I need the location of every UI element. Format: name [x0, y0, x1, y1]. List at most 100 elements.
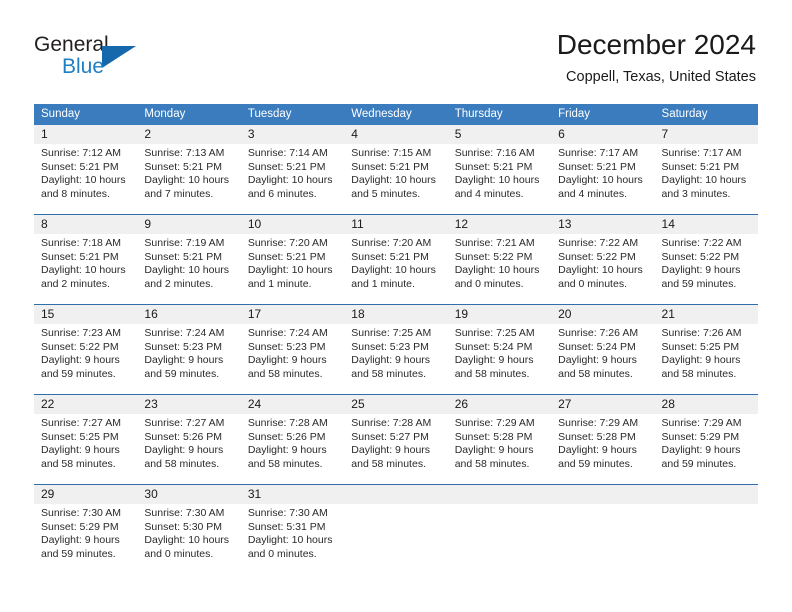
day-cell[interactable]: 16 Sunrise: 7:24 AM Sunset: 5:23 PM Dayl… [137, 305, 241, 394]
daylight-text-line1: Daylight: 10 hours [351, 174, 436, 187]
day-number: 4 [351, 127, 358, 141]
day-cell[interactable]: 7 Sunrise: 7:17 AM Sunset: 5:21 PM Dayli… [654, 125, 758, 214]
day-number: 13 [558, 217, 572, 231]
day-info: Sunrise: 7:23 AM Sunset: 5:22 PM Dayligh… [34, 324, 137, 381]
day-number-band [551, 485, 655, 504]
day-cell[interactable]: 5 Sunrise: 7:16 AM Sunset: 5:21 PM Dayli… [447, 125, 552, 214]
day-cell[interactable]: 4 Sunrise: 7:15 AM Sunset: 5:21 PM Dayli… [344, 125, 448, 214]
day-info: Sunrise: 7:13 AM Sunset: 5:21 PM Dayligh… [137, 144, 240, 201]
day-number-band: 3 [240, 125, 345, 144]
day-cell[interactable]: 1 Sunrise: 7:12 AM Sunset: 5:21 PM Dayli… [34, 125, 138, 214]
sunset-text: Sunset: 5:21 PM [41, 160, 119, 173]
weekday-header-thursday: Thursday [454, 108, 503, 120]
daylight-text-line2: and 58 minutes. [351, 457, 426, 470]
day-number-band: 19 [447, 305, 552, 324]
sunset-text: Sunset: 5:26 PM [247, 430, 326, 443]
logo-text-general: General [34, 33, 109, 56]
sunset-text: Sunset: 5:21 PM [247, 160, 326, 173]
sunrise-text: Sunrise: 7:14 AM [247, 147, 328, 159]
day-number: 15 [41, 307, 55, 321]
day-number: 10 [247, 217, 262, 231]
logo-triangle-icon [102, 46, 136, 68]
week-row: 15 Sunrise: 7:23 AM Sunset: 5:22 PM Dayl… [34, 304, 758, 394]
day-number-band: 20 [551, 305, 655, 324]
day-cell[interactable]: 23 Sunrise: 7:27 AM Sunset: 5:26 PM Dayl… [137, 395, 241, 484]
sunset-text: Sunset: 5:21 PM [661, 160, 740, 173]
day-cell[interactable]: 19 Sunrise: 7:25 AM Sunset: 5:24 PM Dayl… [447, 305, 552, 394]
day-number: 24 [247, 397, 262, 411]
day-cell[interactable]: 24 Sunrise: 7:28 AM Sunset: 5:26 PM Dayl… [240, 395, 345, 484]
daylight-text-line1: Daylight: 9 hours [41, 444, 120, 457]
day-cell[interactable]: 31 Sunrise: 7:30 AM Sunset: 5:31 PM Dayl… [240, 485, 345, 574]
day-number-band: 13 [551, 215, 655, 234]
sunset-text: Sunset: 5:21 PM [41, 250, 119, 263]
day-number: 3 [247, 127, 255, 141]
day-cell[interactable]: 21 Sunrise: 7:26 AM Sunset: 5:25 PM Dayl… [654, 305, 758, 394]
daylight-text-line1: Daylight: 10 hours [144, 534, 230, 547]
general-blue-logo[interactable]: General Blue [34, 33, 164, 83]
daylight-text-line1: Daylight: 9 hours [661, 354, 741, 367]
sunrise-text: Sunrise: 7:20 AM [351, 237, 432, 249]
day-number-band: 9 [137, 215, 241, 234]
daylight-text-line2: and 2 minutes. [41, 277, 110, 290]
day-number-band [654, 485, 758, 504]
day-info: Sunrise: 7:20 AM Sunset: 5:21 PM Dayligh… [241, 234, 344, 291]
daylight-text-line2: and 5 minutes. [351, 187, 421, 200]
day-number: 6 [558, 127, 565, 141]
sunset-text: Sunset: 5:22 PM [41, 340, 119, 353]
day-cell[interactable]: 10 Sunrise: 7:20 AM Sunset: 5:21 PM Dayl… [240, 215, 345, 304]
page-subtitle-location: Coppell, Texas, United States [566, 69, 756, 85]
day-number: 11 [351, 217, 364, 231]
sunrise-text: Sunrise: 7:22 AM [661, 237, 742, 249]
day-number: 9 [144, 217, 152, 231]
day-number: 29 [41, 487, 55, 501]
daylight-text-line2: and 58 minutes. [454, 367, 530, 380]
day-cell[interactable]: 13 Sunrise: 7:22 AM Sunset: 5:22 PM Dayl… [551, 215, 655, 304]
day-info: Sunrise: 7:27 AM Sunset: 5:25 PM Dayligh… [34, 414, 137, 471]
day-number-band: 16 [137, 305, 241, 324]
day-cell[interactable]: 2 Sunrise: 7:13 AM Sunset: 5:21 PM Dayli… [137, 125, 241, 214]
day-cell[interactable]: 15 Sunrise: 7:23 AM Sunset: 5:22 PM Dayl… [34, 305, 138, 394]
sunset-text: Sunset: 5:24 PM [558, 340, 636, 353]
daylight-text-line1: Daylight: 9 hours [351, 354, 431, 367]
day-number-band: 24 [240, 395, 345, 414]
sunrise-text: Sunrise: 7:29 AM [454, 417, 535, 429]
sunset-text: Sunset: 5:23 PM [247, 340, 326, 353]
day-number-band: 2 [137, 125, 241, 144]
day-cell[interactable]: 6 Sunrise: 7:17 AM Sunset: 5:21 PM Dayli… [551, 125, 655, 214]
day-number-band: 8 [34, 215, 138, 234]
day-number-band: 23 [137, 395, 241, 414]
day-cell[interactable]: 11 Sunrise: 7:20 AM Sunset: 5:21 PM Dayl… [344, 215, 448, 304]
day-number-band: 17 [240, 305, 345, 324]
day-cell[interactable]: 27 Sunrise: 7:29 AM Sunset: 5:28 PM Dayl… [551, 395, 655, 484]
day-cell[interactable]: 3 Sunrise: 7:14 AM Sunset: 5:21 PM Dayli… [240, 125, 345, 214]
day-cell[interactable]: 29 Sunrise: 7:30 AM Sunset: 5:29 PM Dayl… [34, 485, 138, 574]
weekday-header-monday: Monday [144, 108, 186, 120]
daylight-text-line2: and 0 minutes. [144, 547, 214, 560]
daylight-text-line2: and 1 minute. [247, 277, 312, 290]
day-cell[interactable]: 18 Sunrise: 7:25 AM Sunset: 5:23 PM Dayl… [344, 305, 448, 394]
daylight-text-line2: and 58 minutes. [247, 367, 323, 380]
day-info: Sunrise: 7:17 AM Sunset: 5:21 PM Dayligh… [551, 144, 654, 201]
day-cell[interactable]: 8 Sunrise: 7:18 AM Sunset: 5:21 PM Dayli… [34, 215, 138, 304]
sunset-text: Sunset: 5:21 PM [247, 250, 326, 263]
daylight-text-line2: and 6 minutes. [247, 187, 317, 200]
day-number: 21 [661, 307, 675, 321]
day-cell[interactable]: 22 Sunrise: 7:27 AM Sunset: 5:25 PM Dayl… [34, 395, 138, 484]
title-block: December 2024 Coppell, Texas, United Sta… [557, 28, 756, 86]
sunrise-text: Sunrise: 7:24 AM [247, 327, 328, 339]
day-info: Sunrise: 7:28 AM Sunset: 5:27 PM Dayligh… [344, 414, 447, 471]
daylight-text-line2: and 59 minutes. [41, 547, 116, 560]
day-cell[interactable]: 26 Sunrise: 7:29 AM Sunset: 5:28 PM Dayl… [447, 395, 552, 484]
sunset-text: Sunset: 5:29 PM [661, 430, 740, 443]
day-info: Sunrise: 7:28 AM Sunset: 5:26 PM Dayligh… [241, 414, 344, 471]
day-cell[interactable]: 28 Sunrise: 7:29 AM Sunset: 5:29 PM Dayl… [654, 395, 758, 484]
day-cell[interactable]: 14 Sunrise: 7:22 AM Sunset: 5:22 PM Dayl… [654, 215, 758, 304]
day-cell[interactable]: 25 Sunrise: 7:28 AM Sunset: 5:27 PM Dayl… [344, 395, 448, 484]
day-cell[interactable]: 20 Sunrise: 7:26 AM Sunset: 5:24 PM Dayl… [551, 305, 655, 394]
day-cell[interactable]: 17 Sunrise: 7:24 AM Sunset: 5:23 PM Dayl… [240, 305, 345, 394]
day-cell[interactable]: 30 Sunrise: 7:30 AM Sunset: 5:30 PM Dayl… [137, 485, 241, 574]
day-info: Sunrise: 7:30 AM Sunset: 5:31 PM Dayligh… [241, 504, 344, 561]
day-cell[interactable]: 9 Sunrise: 7:19 AM Sunset: 5:21 PM Dayli… [137, 215, 241, 304]
day-cell[interactable]: 12 Sunrise: 7:21 AM Sunset: 5:22 PM Dayl… [447, 215, 552, 304]
